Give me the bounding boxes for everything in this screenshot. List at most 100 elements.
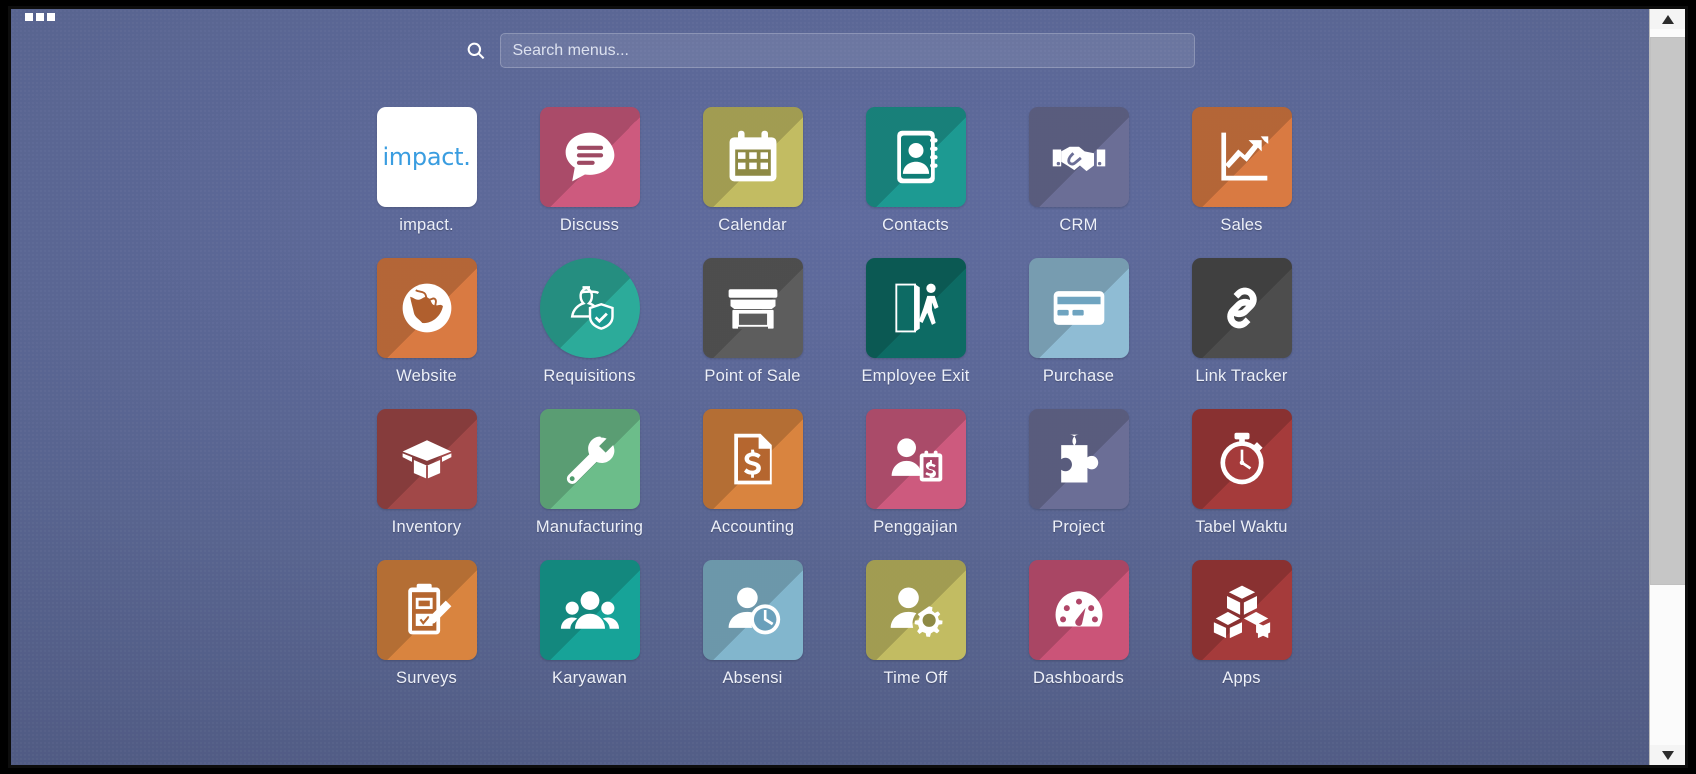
scrollbar-track[interactable]	[1649, 29, 1685, 745]
app-label: Dashboards	[1033, 669, 1124, 687]
person-clock-icon[interactable]	[702, 560, 803, 660]
app-tile-project[interactable]: Project	[997, 409, 1160, 537]
app-tile-contacts[interactable]: Contacts	[834, 107, 997, 235]
grid-square	[25, 13, 33, 21]
app-label: Link Tracker	[1195, 367, 1288, 385]
search-bar	[11, 33, 1649, 68]
search-input[interactable]	[499, 33, 1195, 68]
clipboard-pencil-icon	[407, 583, 451, 635]
globe-icon	[402, 283, 451, 333]
app-tile-sales[interactable]: Sales	[1160, 107, 1323, 235]
app-label: Point of Sale	[704, 367, 801, 385]
person-shield-icon[interactable]	[539, 258, 640, 358]
app-label: Project	[1052, 518, 1105, 536]
app-tile-purchase[interactable]: Purchase	[997, 258, 1160, 386]
app-tile-website[interactable]: Website	[345, 258, 508, 386]
payroll-person-icon[interactable]	[865, 409, 966, 509]
speech-bubble-icon	[565, 132, 614, 182]
person-gear-icon[interactable]	[865, 560, 966, 660]
calendar-icon[interactable]	[702, 107, 803, 207]
invoice-dollar-icon[interactable]	[702, 409, 803, 509]
growth-chart-icon	[1220, 132, 1268, 181]
clipboard-pencil-icon[interactable]	[376, 560, 477, 660]
payroll-person-icon	[891, 438, 942, 482]
app-label: Penggajian	[873, 518, 958, 536]
app-tile-point-of-sale[interactable]: Point of Sale	[671, 258, 834, 386]
person-shield-icon	[570, 286, 614, 330]
app-label: Time Off	[883, 669, 948, 687]
stopwatch-icon[interactable]	[1191, 409, 1292, 509]
gauge-icon[interactable]	[1028, 560, 1129, 660]
app-tile-time-off[interactable]: Time Off	[834, 560, 997, 688]
storefront-icon	[728, 289, 777, 330]
handshake-icon[interactable]	[1028, 107, 1129, 207]
impact-logo[interactable]: impact.	[376, 107, 477, 207]
wrench-icon	[566, 436, 614, 484]
app-label: Discuss	[559, 216, 620, 234]
app-label: Employee Exit	[861, 367, 970, 385]
wrench-icon[interactable]	[539, 409, 640, 509]
vertical-scrollbar[interactable]	[1649, 9, 1685, 765]
puzzle-piece-icon[interactable]	[1028, 409, 1129, 509]
people-group-icon[interactable]	[539, 560, 640, 660]
app-label: Website	[396, 367, 457, 385]
app-tile-penggajian[interactable]: Penggajian	[834, 409, 997, 537]
search-icon	[466, 41, 486, 61]
door-exit-icon	[894, 283, 938, 333]
apps-grid-icon[interactable]	[25, 13, 55, 21]
app-label: Contacts	[882, 216, 949, 234]
app-tile-dashboards[interactable]: Dashboards	[997, 560, 1160, 688]
app-tile-accounting[interactable]: Accounting	[671, 409, 834, 537]
calendar-icon	[729, 130, 776, 182]
scroll-up-arrow-icon[interactable]	[1649, 9, 1685, 29]
people-group-icon	[560, 591, 619, 629]
app-tile-karyawan[interactable]: Karyawan	[508, 560, 671, 688]
app-label: Absensi	[722, 669, 783, 687]
app-window: impact. impact. Discuss Calendar Contacts CRM…	[8, 6, 1688, 768]
app-tile-surveys[interactable]: Surveys	[345, 560, 508, 688]
app-tile-apps[interactable]: Apps	[1160, 560, 1323, 688]
app-grid: impact. impact. Discuss Calendar Contacts CRM…	[11, 107, 1649, 688]
person-gear-icon	[890, 587, 943, 637]
app-tile-manufacturing[interactable]: Manufacturing	[508, 409, 671, 537]
invoice-dollar-icon	[733, 433, 772, 485]
address-book-icon[interactable]	[865, 107, 966, 207]
chain-link-icon[interactable]	[1191, 258, 1292, 358]
scrollbar-thumb[interactable]	[1649, 37, 1685, 585]
stopwatch-icon	[1219, 432, 1264, 485]
grid-square	[47, 13, 55, 21]
app-label: Sales	[1220, 216, 1263, 234]
storefront-icon[interactable]	[702, 258, 803, 358]
speech-bubble-icon[interactable]	[539, 107, 640, 207]
puzzle-piece-icon	[1060, 434, 1098, 483]
app-tile-tabel-waktu[interactable]: Tabel Waktu	[1160, 409, 1323, 537]
door-exit-icon[interactable]	[865, 258, 966, 358]
app-tile-discuss[interactable]: Discuss	[508, 107, 671, 235]
credit-card-icon[interactable]	[1028, 258, 1129, 358]
app-tile-impact[interactable]: impact. impact.	[345, 107, 508, 235]
boxes-icon[interactable]	[1191, 560, 1292, 660]
person-clock-icon	[728, 587, 780, 635]
app-label: Apps	[1222, 669, 1261, 687]
app-tile-absensi[interactable]: Absensi	[671, 560, 834, 688]
app-label: Karyawan	[552, 669, 627, 687]
app-label: impact.	[399, 216, 454, 234]
app-tile-inventory[interactable]: Inventory	[345, 409, 508, 537]
scroll-down-arrow-icon[interactable]	[1649, 745, 1685, 765]
open-box-icon[interactable]	[376, 409, 477, 509]
app-label: Purchase	[1042, 367, 1115, 385]
app-tile-link-tracker[interactable]: Link Tracker	[1160, 258, 1323, 386]
apps-menu-desktop: impact. impact. Discuss Calendar Contacts CRM…	[11, 9, 1649, 765]
growth-chart-icon[interactable]	[1191, 107, 1292, 207]
credit-card-icon	[1053, 291, 1104, 325]
app-label: Calendar	[718, 216, 787, 234]
app-label: Manufacturing	[535, 518, 644, 536]
app-tile-crm[interactable]: CRM	[997, 107, 1160, 235]
app-tile-calendar[interactable]: Calendar	[671, 107, 834, 235]
app-label: Tabel Waktu	[1195, 518, 1288, 536]
app-tile-employee-exit[interactable]: Employee Exit	[834, 258, 997, 386]
globe-icon[interactable]	[376, 258, 477, 358]
app-label: Accounting	[710, 518, 795, 536]
app-tile-requisitions[interactable]: Requisitions	[508, 258, 671, 386]
gauge-icon	[1055, 591, 1102, 627]
